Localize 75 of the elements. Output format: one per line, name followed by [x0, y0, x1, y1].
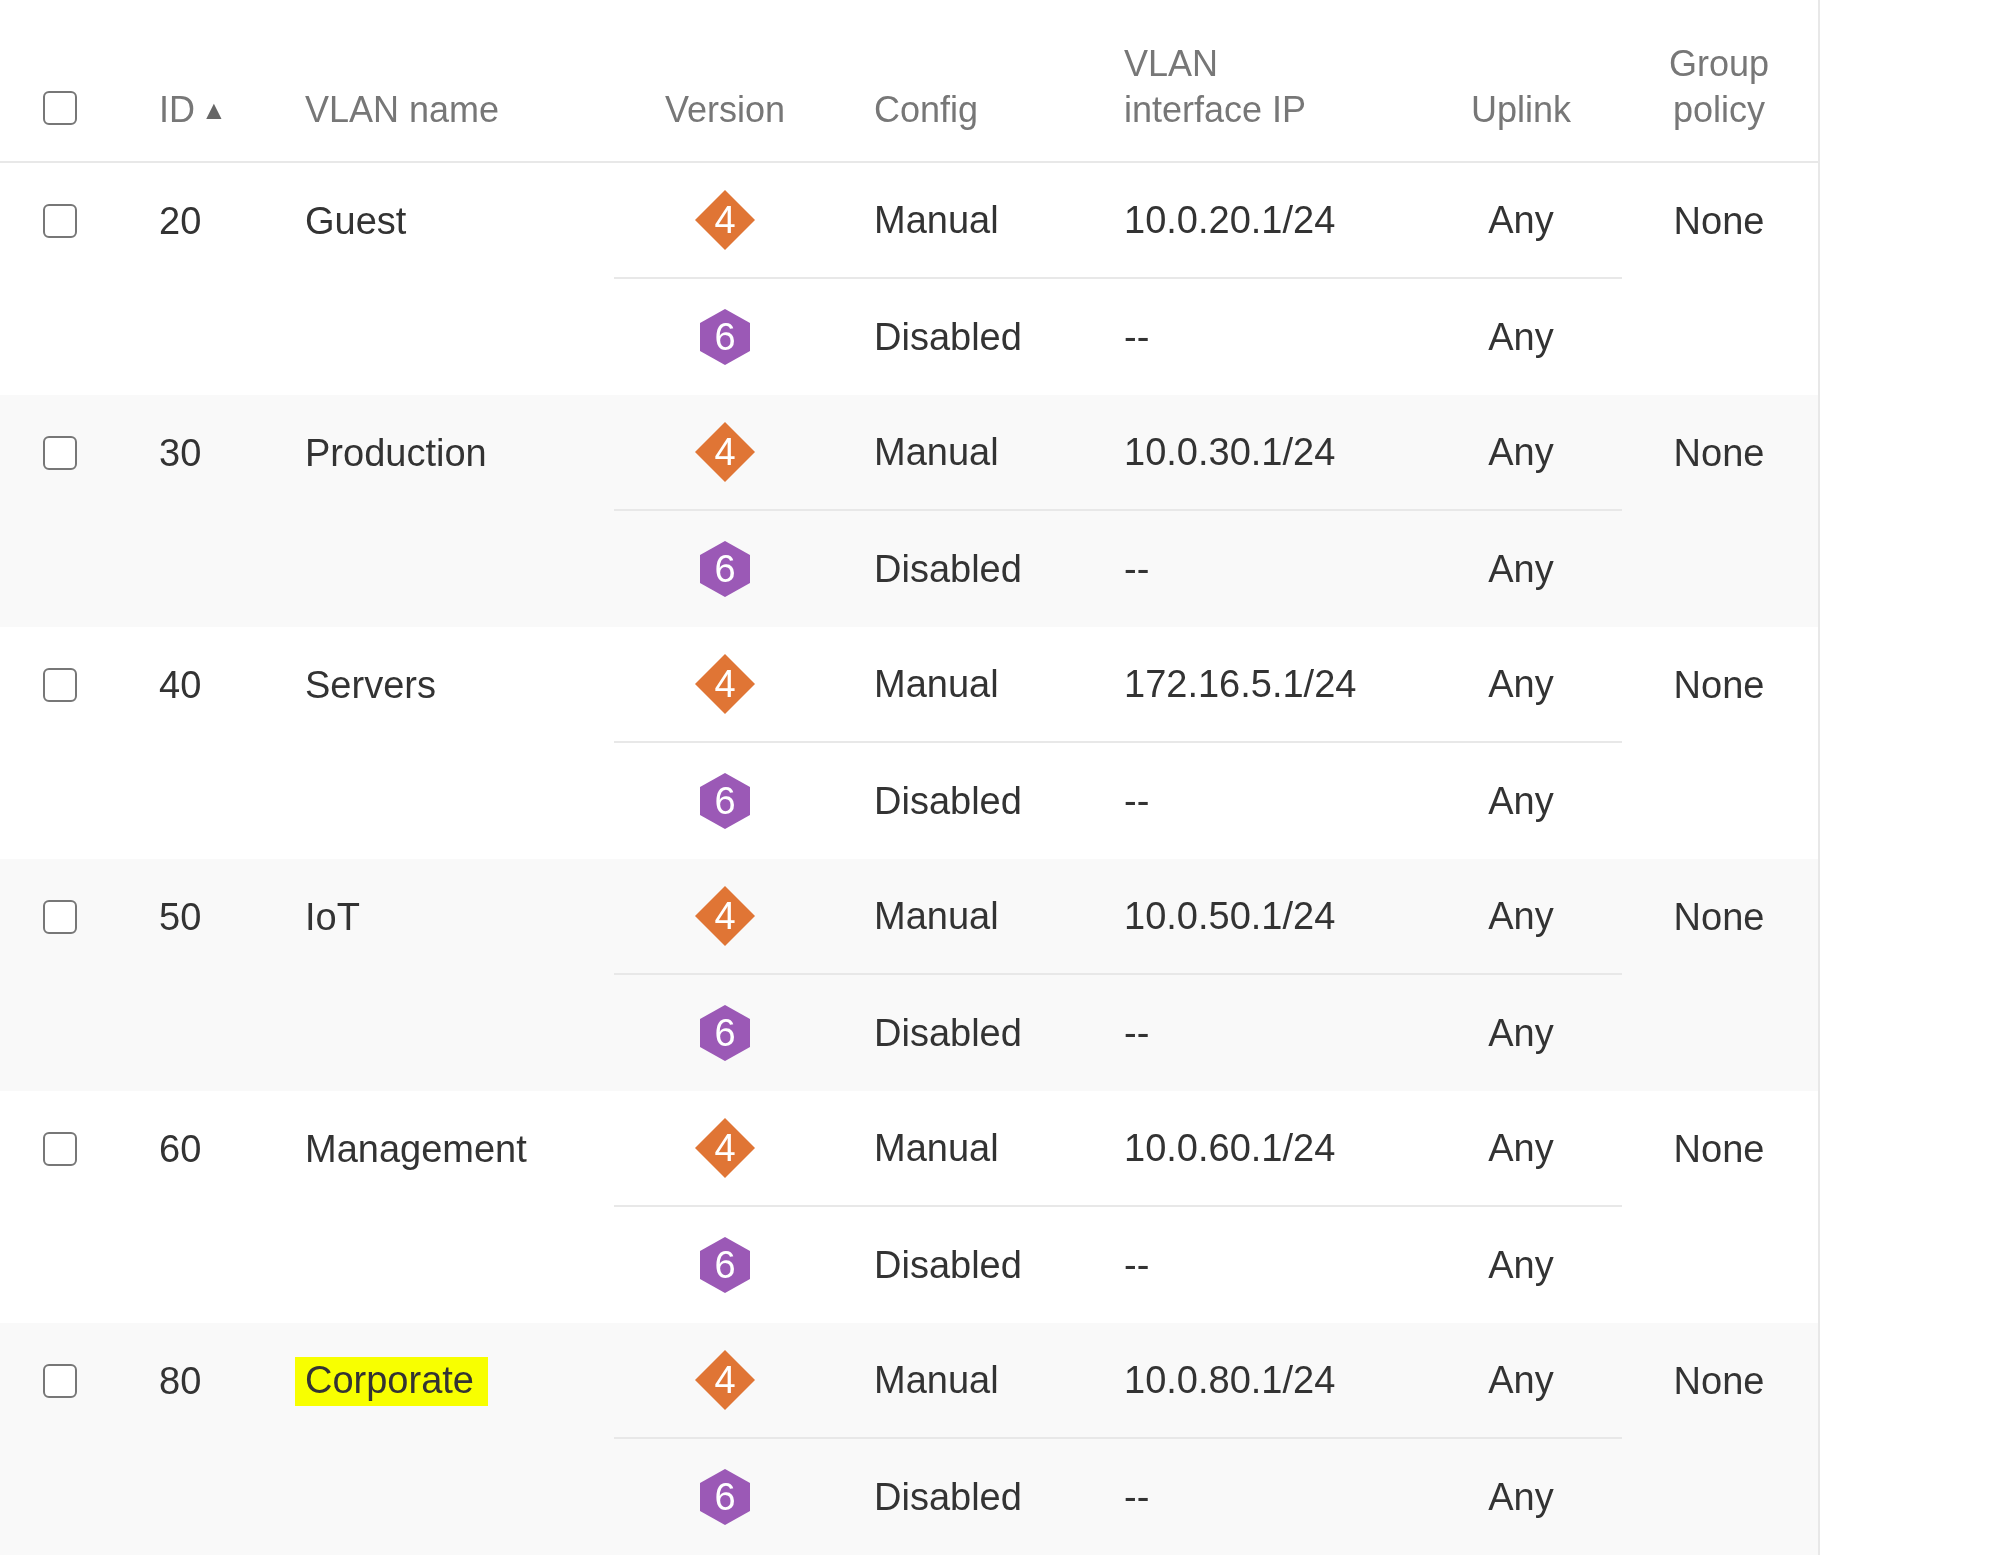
- config-value: Manual: [874, 198, 999, 242]
- ip-address: 10.0.50.1/24: [1124, 894, 1336, 938]
- group-policy-value: None: [1673, 199, 1765, 243]
- ip-address: 10.0.60.1/24: [1124, 1126, 1336, 1170]
- config-value: Manual: [874, 430, 999, 474]
- config-value: Manual: [874, 894, 999, 938]
- ip-address: --: [1124, 779, 1150, 823]
- vlan-id: 20: [159, 199, 202, 243]
- uplink-value: Any: [1488, 1011, 1554, 1055]
- vlan-id: 40: [159, 663, 202, 707]
- group-policy-value: None: [1673, 431, 1765, 475]
- uplink-value: Any: [1488, 547, 1554, 591]
- vlan-id: 80: [159, 1359, 202, 1403]
- uplink-value: Any: [1488, 1126, 1554, 1170]
- ip-address: --: [1124, 315, 1150, 359]
- ip-address: 10.0.20.1/24: [1124, 198, 1336, 242]
- vlan-id: 50: [159, 895, 202, 939]
- config-value: Disabled: [874, 1011, 1022, 1055]
- vlan-id: 60: [159, 1127, 202, 1171]
- group-policy-value: None: [1673, 663, 1765, 707]
- config-value: Disabled: [874, 547, 1022, 591]
- group-policy-value: None: [1673, 895, 1765, 939]
- uplink-value: Any: [1488, 894, 1554, 938]
- config-value: Manual: [874, 1358, 999, 1402]
- checkbox[interactable]: [43, 204, 77, 238]
- checkbox[interactable]: [43, 1364, 77, 1398]
- checkbox[interactable]: [43, 900, 77, 934]
- checkbox[interactable]: [43, 91, 77, 125]
- column-header[interactable]: Version: [664, 87, 786, 133]
- checkbox[interactable]: [43, 668, 77, 702]
- config-value: Manual: [874, 662, 999, 706]
- diamond-badge: 4: [695, 654, 755, 714]
- vlan-name: Servers: [305, 663, 436, 707]
- column-header[interactable]: VLAN name: [305, 87, 500, 133]
- uplink-value: Any: [1488, 1475, 1554, 1519]
- ip-address: 172.16.5.1/24: [1124, 662, 1357, 706]
- highlighted-vlan-name: Corporate: [295, 1356, 488, 1406]
- diamond-badge: 4: [695, 422, 755, 482]
- checkbox[interactable]: [43, 436, 77, 470]
- uplink-value: Any: [1488, 779, 1554, 823]
- column-header[interactable]: ID: [159, 87, 195, 133]
- config-value: Disabled: [874, 1475, 1022, 1519]
- uplink-value: Any: [1488, 430, 1554, 474]
- ip-address: 10.0.80.1/24: [1124, 1358, 1336, 1402]
- diamond-badge: 4: [695, 190, 755, 250]
- vlan-name: Guest: [305, 199, 407, 243]
- ip-address: --: [1124, 1011, 1150, 1055]
- column-header[interactable]: Config: [874, 87, 979, 133]
- ip-address: --: [1124, 1243, 1150, 1287]
- group-policy-value: None: [1673, 1127, 1765, 1171]
- checkbox[interactable]: [43, 1132, 77, 1166]
- column-header[interactable]: VLAN interface IP: [1124, 41, 1339, 133]
- diamond-badge: 4: [695, 886, 755, 946]
- uplink-value: Any: [1488, 315, 1554, 359]
- config-value: Disabled: [874, 315, 1022, 359]
- diamond-badge: 4: [695, 1118, 755, 1178]
- vlan-id: 30: [159, 431, 202, 475]
- uplink-value: Any: [1488, 662, 1554, 706]
- column-header[interactable]: Group policy: [1622, 41, 1816, 133]
- uplink-value: Any: [1488, 198, 1554, 242]
- config-value: Manual: [874, 1126, 999, 1170]
- sort-icon[interactable]: ▲: [201, 95, 227, 125]
- uplink-value: Any: [1488, 1358, 1554, 1402]
- uplink-value: Any: [1488, 1243, 1554, 1287]
- column-header[interactable]: Uplink: [1470, 87, 1571, 133]
- vlan-name: Management: [305, 1127, 527, 1171]
- ip-address: --: [1124, 1475, 1150, 1519]
- ip-address: --: [1124, 547, 1150, 591]
- config-value: Disabled: [874, 779, 1022, 823]
- vlan-name: Production: [305, 431, 487, 475]
- group-policy-value: None: [1673, 1359, 1765, 1403]
- vlan-name: IoT: [305, 895, 360, 939]
- diamond-badge: 4: [695, 1350, 755, 1410]
- config-value: Disabled: [874, 1243, 1022, 1287]
- ip-address: 10.0.30.1/24: [1124, 430, 1336, 474]
